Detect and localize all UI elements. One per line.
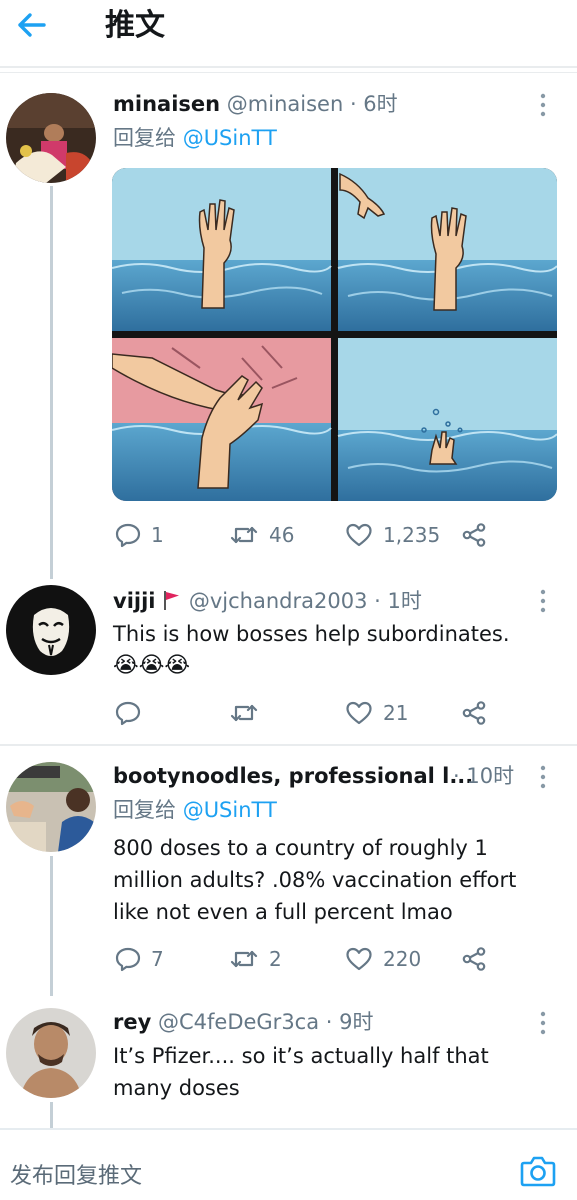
tweet-actions: 21 (113, 698, 553, 728)
avatar[interactable] (6, 762, 96, 852)
reply-prefix: 回复给 (113, 126, 176, 150)
retweet-icon (229, 522, 259, 548)
tweet-header: vijji @vjchandra2003 · 1时 (113, 587, 422, 615)
share-button[interactable] (461, 944, 487, 974)
divider (0, 66, 577, 68)
reply-input-placeholder[interactable]: 发布回复推文 (10, 1158, 142, 1190)
more-options-button[interactable] (533, 764, 553, 790)
like-button[interactable]: 220 (345, 944, 421, 974)
more-icon (533, 1010, 553, 1036)
top-app-bar: 推文 (0, 0, 577, 62)
more-icon (533, 588, 553, 614)
share-button[interactable] (461, 698, 487, 728)
retweet-count: 46 (269, 523, 295, 547)
timestamp: · 6时 (349, 92, 398, 116)
display-name[interactable]: rey (113, 1010, 151, 1034)
flag-icon (164, 591, 180, 610)
retweet-button[interactable] (229, 698, 269, 728)
like-count: 220 (383, 947, 422, 971)
tweet-media-image[interactable] (112, 168, 557, 501)
reply-icon (115, 700, 141, 726)
share-icon (461, 522, 487, 548)
reply-to-link[interactable]: @USinTT (183, 798, 277, 822)
reply-context: 回复给 @USinTT (113, 124, 277, 152)
tweet-text: 800 doses to a country of roughly 1 mill… (113, 836, 517, 924)
tweet-actions: 7 2 220 (113, 944, 553, 974)
tweet-header: minaisen @minaisen · 6时 (113, 90, 398, 118)
retweet-icon (229, 700, 259, 726)
like-icon (345, 946, 373, 972)
reply-button[interactable]: 7 (115, 944, 164, 974)
retweet-icon (229, 946, 259, 972)
reply-button[interactable]: 1 (115, 520, 164, 550)
like-button[interactable]: 21 (345, 698, 408, 728)
like-icon (345, 522, 373, 548)
reply-context: 回复给 @USinTT (113, 796, 277, 824)
back-button[interactable] (14, 10, 54, 40)
reply-icon (115, 522, 141, 548)
camera-icon (520, 1156, 556, 1187)
username[interactable]: @minaisen (227, 92, 343, 116)
username[interactable]: @C4feDeGr3ca (158, 1010, 319, 1034)
avatar[interactable] (6, 585, 96, 675)
reply-count: 1 (151, 523, 164, 547)
display-name[interactable]: bootynoodles, professional l... (113, 764, 473, 788)
display-name[interactable]: minaisen (113, 92, 220, 116)
thread-line (50, 186, 53, 579)
display-name[interactable]: vijji (113, 589, 155, 613)
like-count: 21 (383, 701, 409, 725)
username[interactable]: @vjchandra2003 (189, 589, 368, 613)
retweet-button[interactable]: 46 (229, 520, 294, 550)
tweet-text: It’s Pfizer.... so it’s actually half th… (113, 1044, 489, 1100)
reply-compose-bar[interactable]: 发布回复推文 (0, 1128, 577, 1200)
avatar[interactable] (6, 93, 96, 183)
tweet-header: bootynoodles, professional l... · 10时 (113, 762, 553, 790)
reply-count: 7 (151, 947, 164, 971)
like-icon (345, 700, 373, 726)
share-icon (461, 700, 487, 726)
divider (0, 744, 577, 746)
more-options-button[interactable] (533, 588, 553, 614)
timestamp: · 1时 (374, 589, 422, 613)
more-options-button[interactable] (533, 92, 553, 118)
thread-line (50, 1102, 53, 1128)
like-button[interactable]: 1,235 (345, 520, 440, 550)
reply-to-link[interactable]: @USinTT (183, 126, 277, 150)
avatar[interactable] (6, 1008, 96, 1098)
retweet-button[interactable]: 2 (229, 944, 282, 974)
page-title: 推文 (105, 8, 165, 43)
share-button[interactable] (461, 520, 487, 550)
more-icon (533, 92, 553, 118)
tweet-header: rey @C4feDeGr3ca · 9时 (113, 1008, 374, 1036)
tweet-actions: 1 46 1,235 (113, 520, 553, 550)
like-count: 1,235 (383, 523, 441, 547)
camera-button[interactable] (520, 1154, 556, 1188)
more-options-button[interactable] (533, 1010, 553, 1036)
tweet-body: This is how bosses help subordinates. (113, 622, 510, 646)
thread-line (50, 856, 53, 996)
reply-icon (115, 946, 141, 972)
timestamp: · 10时 (453, 764, 515, 788)
tweet-emoji: 😭😭😭 (113, 653, 191, 678)
timestamp: · 9时 (325, 1010, 374, 1034)
tweet-text: This is how bosses help subordinates. (113, 618, 553, 650)
back-arrow-icon (18, 13, 46, 37)
more-icon (533, 764, 553, 790)
share-icon (461, 946, 487, 972)
retweet-count: 2 (269, 947, 282, 971)
reply-button[interactable] (115, 698, 151, 728)
divider (0, 72, 577, 73)
reply-prefix: 回复给 (113, 798, 176, 822)
